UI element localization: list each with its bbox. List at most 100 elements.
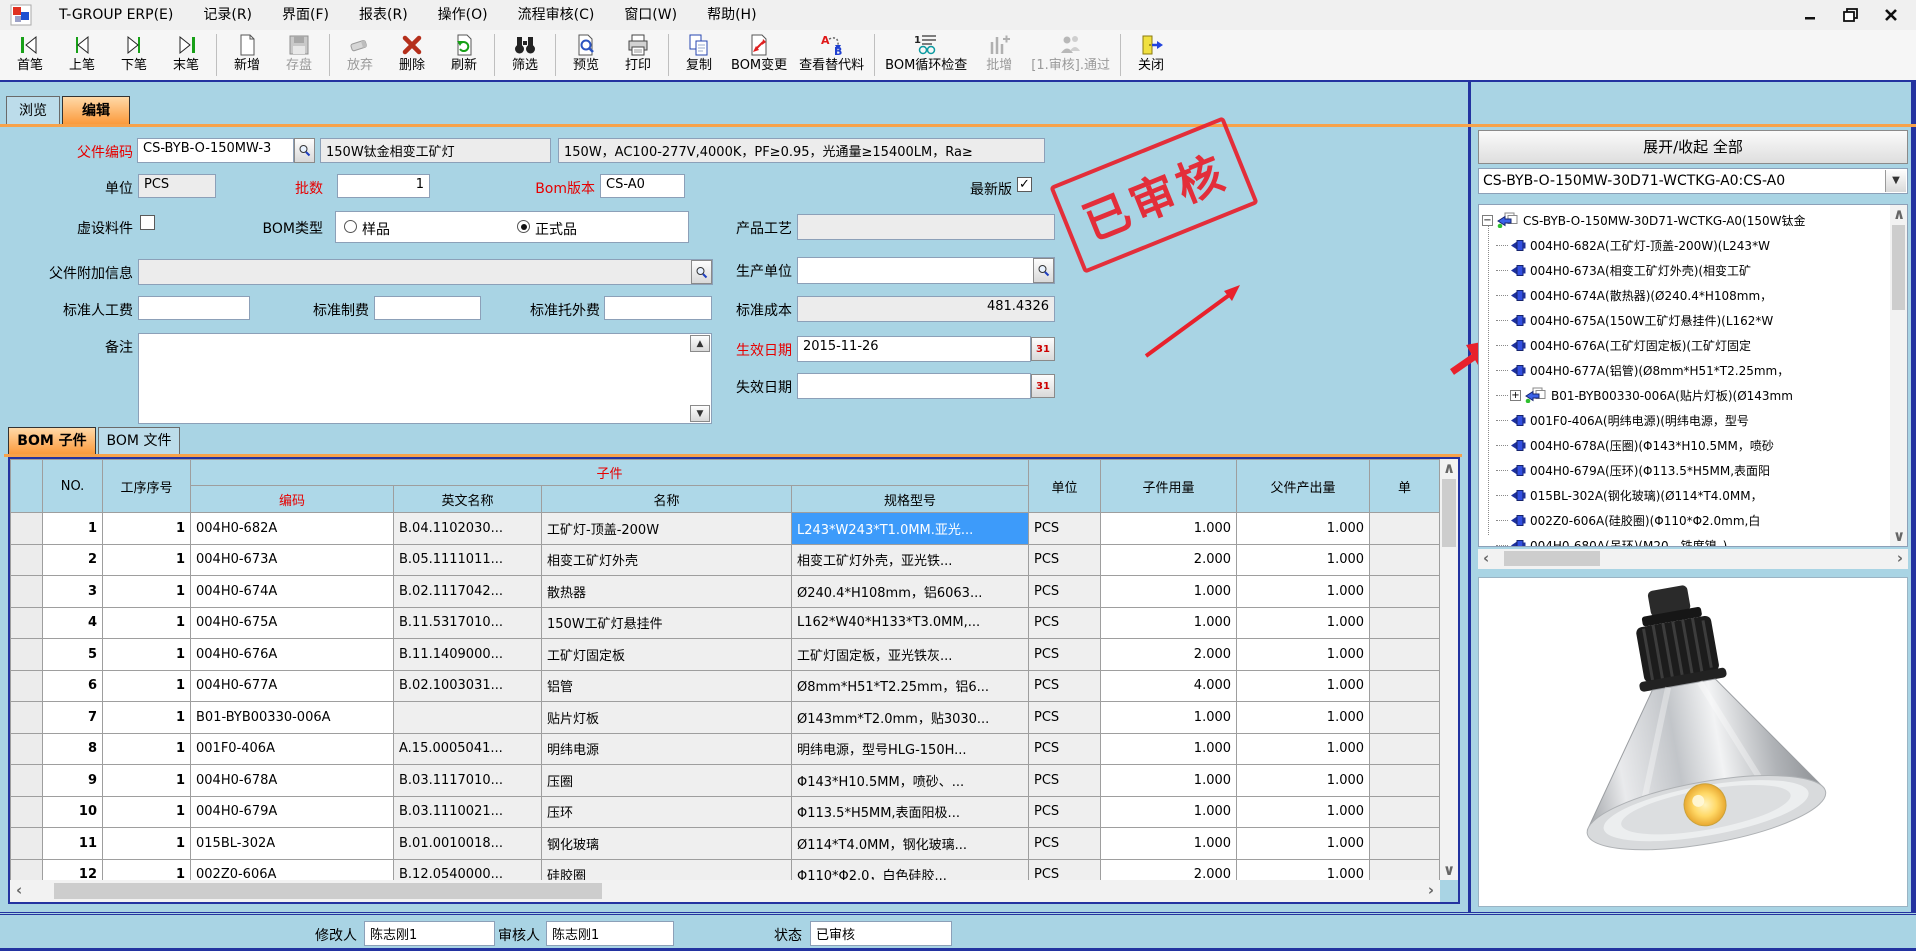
cell-pqty[interactable]: 1.000 bbox=[1237, 513, 1370, 545]
tab-browse[interactable]: 浏览 bbox=[6, 96, 60, 124]
row-selector-cell[interactable] bbox=[11, 859, 43, 880]
table-hscroll-thumb[interactable] bbox=[54, 883, 602, 899]
cell-en[interactable]: B.04.1102030... bbox=[394, 513, 542, 545]
unit-field[interactable]: PCS bbox=[138, 174, 216, 198]
cell-seq[interactable]: 1 bbox=[103, 733, 191, 765]
toolbar-button-filter[interactable]: 筛选 bbox=[499, 30, 551, 80]
scroll-left-icon[interactable]: ‹ bbox=[16, 883, 22, 898]
cell-seq[interactable]: 1 bbox=[103, 513, 191, 545]
cell-seq[interactable]: 1 bbox=[103, 670, 191, 702]
cell-spec[interactable]: 相变工矿灯外壳，亚光铁... bbox=[792, 544, 1029, 576]
row-selector-cell[interactable] bbox=[11, 733, 43, 765]
expire-calendar-icon[interactable]: 31 bbox=[1031, 374, 1055, 398]
tab-bom-files[interactable]: BOM 文件 bbox=[98, 427, 180, 454]
cell-en[interactable]: B.12.0540000... bbox=[394, 859, 542, 880]
cell-no[interactable]: 3 bbox=[43, 576, 103, 608]
scroll-right-icon[interactable]: › bbox=[1428, 883, 1434, 898]
tree-vscroll-thumb[interactable] bbox=[1892, 225, 1905, 310]
cell-unit[interactable]: PCS bbox=[1029, 733, 1101, 765]
cell-unit[interactable]: PCS bbox=[1029, 702, 1101, 734]
tree-node[interactable]: 004H0-682A(工矿灯-顶盖-200W)(L243*W bbox=[1496, 234, 1770, 256]
tree-node[interactable]: 004H0-678A(压圈)(Φ143*H10.5MM，喷砂 bbox=[1496, 434, 1774, 456]
toolbar-button-bomloop[interactable]: 1BOM循环检查 bbox=[879, 30, 973, 80]
collapse-icon[interactable]: − bbox=[1482, 215, 1493, 226]
cell-spec[interactable]: Ø114*T4.0MM，钢化玻璃... bbox=[792, 828, 1029, 860]
status-field[interactable]: 已审核 bbox=[810, 921, 952, 946]
cell-pqty[interactable]: 1.000 bbox=[1237, 544, 1370, 576]
cell-code[interactable]: 004H0-674A bbox=[191, 576, 394, 608]
bom-version-field[interactable]: CS-A0 bbox=[600, 174, 685, 198]
cell-extra[interactable] bbox=[1370, 513, 1440, 545]
cell-en[interactable]: B.05.1111011... bbox=[394, 544, 542, 576]
tree-root-node[interactable]: −CS-BYB-O-150MW-30D71-WCTKG-A0(150W钛金 bbox=[1482, 209, 1806, 231]
tree-node[interactable]: 004H0-680A(吊环)(M20，铁度镍。) bbox=[1496, 534, 1727, 547]
toolbar-button-refresh[interactable]: 刷新 bbox=[438, 30, 490, 80]
menu-item-2[interactable]: 界面(F) bbox=[267, 0, 344, 30]
tree-scroll-right-icon[interactable]: › bbox=[1897, 551, 1903, 566]
cell-name[interactable]: 相变工矿灯外壳 bbox=[542, 544, 792, 576]
menu-item-7[interactable]: 帮助(H) bbox=[692, 0, 771, 30]
minimize-icon[interactable] bbox=[1800, 5, 1822, 25]
menu-item-4[interactable]: 操作(O) bbox=[423, 0, 503, 30]
modifier-field[interactable]: 陈志刚1 bbox=[364, 921, 495, 946]
cell-name[interactable]: 铝管 bbox=[542, 670, 792, 702]
cell-unit[interactable]: PCS bbox=[1029, 828, 1101, 860]
cell-spec[interactable]: 明纬电源，型号HLG-150H... bbox=[792, 733, 1029, 765]
cell-code[interactable]: 004H0-682A bbox=[191, 513, 394, 545]
cell-extra[interactable] bbox=[1370, 796, 1440, 828]
cell-en[interactable]: B.03.1117010... bbox=[394, 765, 542, 797]
cell-extra[interactable] bbox=[1370, 828, 1440, 860]
cell-seq[interactable]: 1 bbox=[103, 828, 191, 860]
cell-spec[interactable]: L243*W243*T1.0MM.亚光... bbox=[792, 513, 1029, 545]
cell-en[interactable]: B.11.1409000... bbox=[394, 639, 542, 671]
tab-edit[interactable]: 编辑 bbox=[62, 96, 130, 124]
cell-code[interactable]: 004H0-676A bbox=[191, 639, 394, 671]
cell-pqty[interactable]: 1.000 bbox=[1237, 607, 1370, 639]
parent-name-field[interactable]: 150W钛金相变工矿灯 bbox=[320, 138, 551, 163]
cell-seq[interactable]: 1 bbox=[103, 576, 191, 608]
cell-unit[interactable]: PCS bbox=[1029, 765, 1101, 797]
cell-spec[interactable]: 工矿灯固定板，亚光铁灰... bbox=[792, 639, 1029, 671]
cell-extra[interactable] bbox=[1370, 859, 1440, 880]
latest-version-checkbox[interactable]: ✓ bbox=[1017, 177, 1032, 192]
bom-version-selector[interactable]: CS-BYB-O-150MW-30D71-WCTKG-A0:CS-A0 ▼ bbox=[1478, 168, 1908, 194]
toolbar-button-print[interactable]: 打印 bbox=[612, 30, 664, 80]
row-selector-cell[interactable] bbox=[11, 544, 43, 576]
cell-name[interactable]: 压环 bbox=[542, 796, 792, 828]
cell-name[interactable]: 明纬电源 bbox=[542, 733, 792, 765]
row-selector-cell[interactable] bbox=[11, 607, 43, 639]
tree-node[interactable]: 004H0-673A(相变工矿灯外壳)(相变工矿 bbox=[1496, 259, 1751, 281]
parent-spec-field[interactable]: 150W，AC100-277V,4000K，PF≥0.95，光通量≥15400L… bbox=[558, 138, 1045, 163]
cell-qty[interactable]: 1.000 bbox=[1101, 702, 1237, 734]
toolbar-button-last[interactable]: 末笔 bbox=[160, 30, 212, 80]
scroll-down-icon[interactable]: ∨ bbox=[1443, 863, 1455, 878]
prod-unit-lookup-button[interactable] bbox=[1033, 258, 1054, 283]
cell-name[interactable]: 硅胶圈 bbox=[542, 859, 792, 880]
cell-qty[interactable]: 2.000 bbox=[1101, 859, 1237, 880]
cell-code[interactable]: 015BL-302A bbox=[191, 828, 394, 860]
cell-en[interactable]: B.01.0010018... bbox=[394, 828, 542, 860]
cell-no[interactable]: 7 bbox=[43, 702, 103, 734]
toolbar-button-closeform[interactable]: 关闭 bbox=[1125, 30, 1177, 80]
effective-date-field[interactable]: 2015-11-26 bbox=[797, 336, 1031, 362]
cell-en[interactable]: A.15.0005041... bbox=[394, 733, 542, 765]
cell-spec[interactable]: Ø240.4*H108mm，铝6063... bbox=[792, 576, 1029, 608]
row-selector-cell[interactable] bbox=[11, 576, 43, 608]
cell-seq[interactable]: 1 bbox=[103, 702, 191, 734]
tree-node[interactable]: 015BL-302A(钢化玻璃)(Ø114*T4.0MM， bbox=[1496, 484, 1763, 506]
dropdown-arrow-icon[interactable]: ▼ bbox=[1885, 170, 1906, 192]
cell-name[interactable]: 压圈 bbox=[542, 765, 792, 797]
row-selector-cell[interactable] bbox=[11, 670, 43, 702]
cell-unit[interactable]: PCS bbox=[1029, 576, 1101, 608]
extra-info-field[interactable] bbox=[138, 259, 713, 285]
cell-pqty[interactable]: 1.000 bbox=[1237, 733, 1370, 765]
cell-pqty[interactable]: 1.000 bbox=[1237, 702, 1370, 734]
cell-unit[interactable]: PCS bbox=[1029, 513, 1101, 545]
tree-node[interactable]: 004H0-677A(铝管)(Ø8mm*H51*T2.25mm， bbox=[1496, 359, 1789, 381]
row-selector-cell[interactable] bbox=[11, 828, 43, 860]
cell-qty[interactable]: 2.000 bbox=[1101, 544, 1237, 576]
cell-en[interactable]: B.03.1110021... bbox=[394, 796, 542, 828]
std-make-field[interactable] bbox=[374, 296, 481, 320]
cell-spec[interactable]: Ø143mm*T2.0mm，贴3030... bbox=[792, 702, 1029, 734]
toolbar-button-preview[interactable]: 预览 bbox=[560, 30, 612, 80]
